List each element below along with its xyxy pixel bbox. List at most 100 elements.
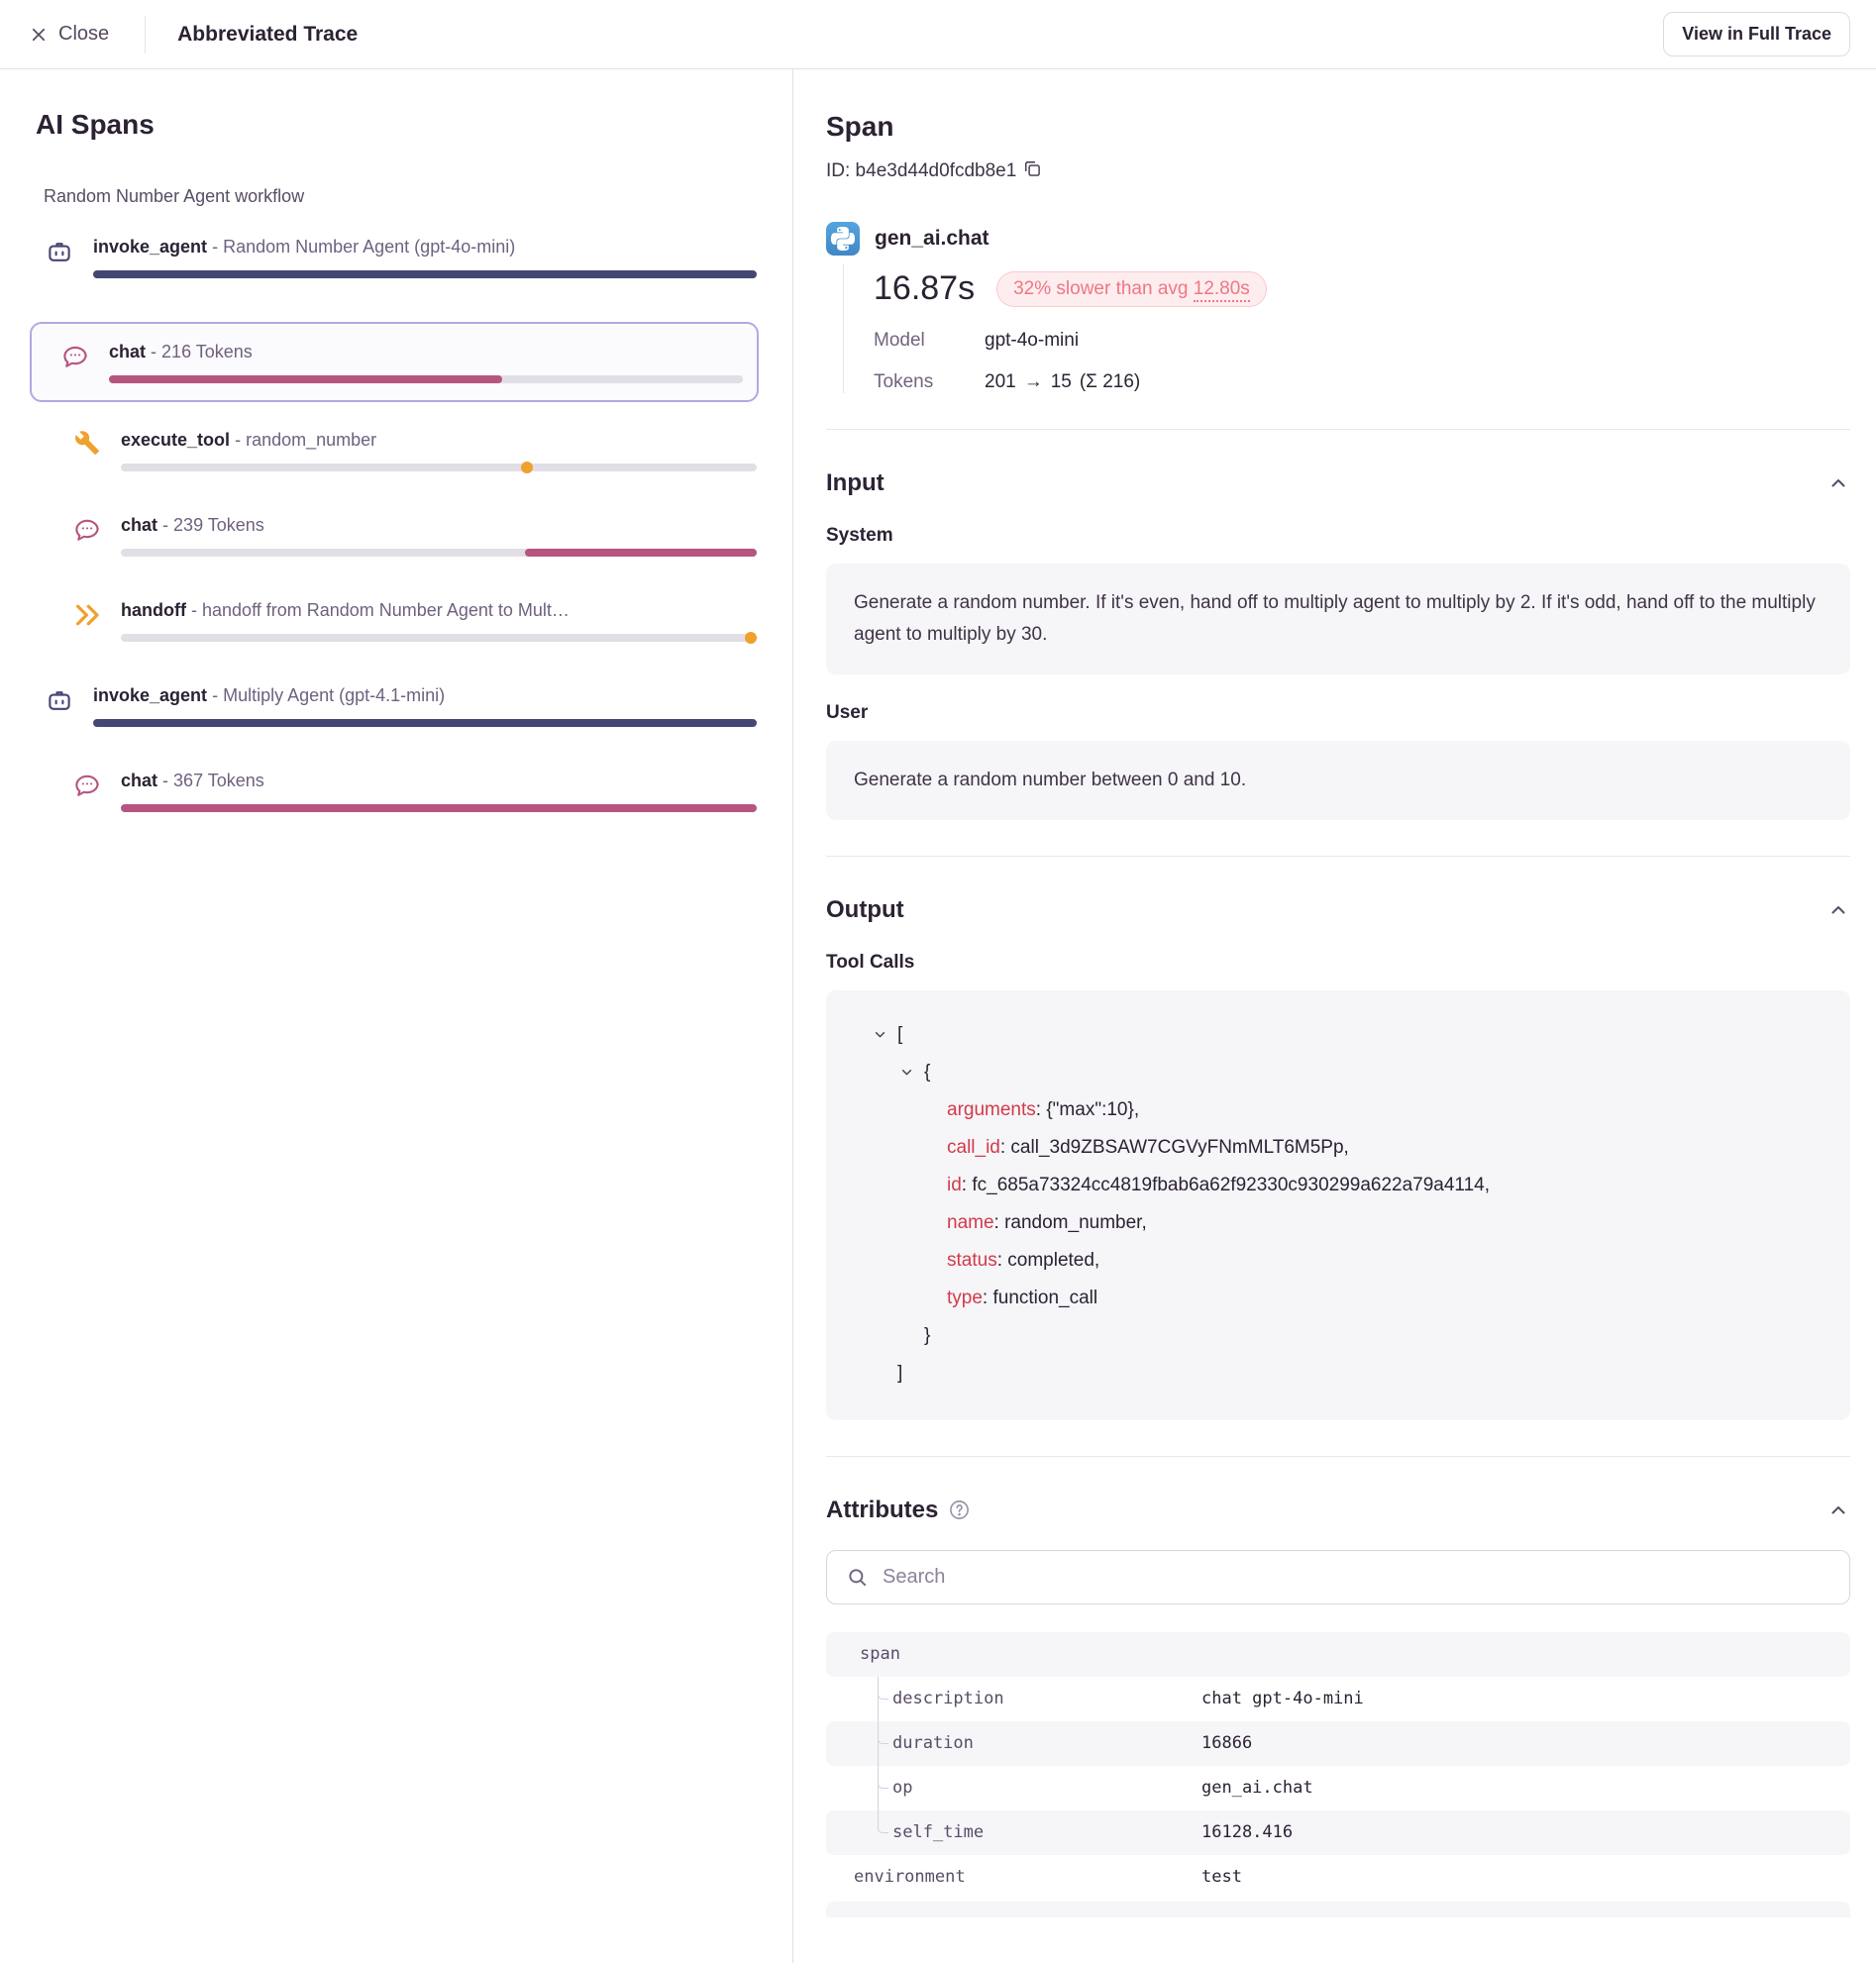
input-section-title: Input (826, 469, 885, 497)
span-row-chat-367[interactable]: chat - 367 Tokens (71, 771, 757, 812)
table-row[interactable]: duration 16866 (826, 1721, 1850, 1766)
tokens-label: Tokens (874, 371, 985, 393)
output-section-title: Output (826, 896, 904, 924)
collapse-output-icon[interactable] (1826, 898, 1850, 922)
span-detail-title: Span (826, 111, 1850, 143)
span-duration-bar (121, 634, 757, 642)
json-line: { (854, 1054, 1821, 1091)
close-button[interactable]: Close (30, 23, 109, 46)
table-row[interactable]: environment test (826, 1855, 1850, 1900)
tool-calls-label: Tool Calls (826, 952, 1850, 974)
json-line: status: completed, (854, 1242, 1821, 1280)
span-desc: Multiply Agent (gpt-4.1-mini) (223, 685, 445, 705)
attribute-value: chat gpt-4o-mini (1201, 1689, 1364, 1708)
span-row-chat-239[interactable]: chat - 239 Tokens (71, 515, 757, 557)
span-duration-bar (121, 549, 757, 557)
table-row[interactable]: self_time 16128.416 (826, 1810, 1850, 1855)
span-row-handoff[interactable]: handoff - handoff from Random Number Age… (71, 600, 757, 642)
attributes-section-title: Attributes (826, 1497, 938, 1524)
table-row[interactable]: op gen_ai.chat (826, 1766, 1850, 1810)
span-row-execute-tool[interactable]: execute_tool - random_number (71, 430, 757, 471)
chat-bubble-icon (59, 342, 91, 373)
ai-spans-panel: AI Spans Random Number Agent workflow in… (0, 69, 792, 1963)
wrench-icon (71, 430, 103, 462)
span-op: invoke_agent (93, 237, 207, 257)
span-desc: 367 Tokens (173, 771, 264, 790)
system-label: System (826, 525, 1850, 547)
attribute-value: gen_ai.chat (1201, 1778, 1313, 1798)
table-row-partial (826, 1902, 1850, 1917)
copy-icon[interactable] (1022, 158, 1042, 184)
avg-duration-value[interactable]: 12.80s (1194, 278, 1250, 302)
ai-spans-heading: AI Spans (36, 109, 757, 141)
span-row-chat-selected[interactable]: chat - 216 Tokens (30, 322, 759, 402)
json-line: call_id: call_3d9ZBSAW7CGVyFNmMLT6M5Pp, (854, 1129, 1821, 1167)
section-divider (826, 429, 1850, 430)
view-in-full-trace-button[interactable]: View in Full Trace (1663, 12, 1850, 56)
table-row[interactable]: span (826, 1632, 1850, 1677)
tool-calls-json: [ { arguments: {"max":10}, call_id: call… (826, 990, 1850, 1420)
attribute-key: op (826, 1778, 1201, 1798)
user-label: User (826, 702, 1850, 724)
json-line: } (854, 1317, 1821, 1355)
system-message: Generate a random number. If it's even, … (826, 564, 1850, 674)
attribute-key: self_time (826, 1822, 1201, 1842)
tokens-value: 201→15(Σ 216) (985, 371, 1140, 393)
span-op: chat (121, 771, 157, 790)
robot-icon (44, 237, 75, 268)
attribute-key: duration (826, 1733, 1201, 1753)
attribute-key: span (826, 1644, 1201, 1664)
span-desc: random_number (246, 430, 376, 450)
attribute-value: test (1201, 1867, 1242, 1887)
table-row[interactable]: description chat gpt-4o-mini (826, 1677, 1850, 1721)
span-duration-bar (121, 804, 757, 812)
attribute-key: environment (826, 1867, 1201, 1887)
attribute-key: description (826, 1689, 1201, 1708)
span-duration-bar (93, 270, 757, 278)
attributes-search-input[interactable] (826, 1550, 1850, 1604)
attribute-value: 16128.416 (1201, 1822, 1293, 1842)
section-divider (826, 856, 1850, 857)
chevron-down-icon[interactable] (872, 1026, 897, 1043)
robot-icon (44, 685, 75, 717)
span-desc: 216 Tokens (161, 342, 253, 362)
span-duration: 16.87s (874, 269, 975, 308)
span-op: invoke_agent (93, 685, 207, 705)
json-line: name: random_number, (854, 1204, 1821, 1242)
chat-bubble-icon (71, 771, 103, 802)
chat-bubble-icon (71, 515, 103, 547)
workflow-label: Random Number Agent workflow (36, 186, 757, 207)
collapse-input-icon[interactable] (1826, 471, 1850, 495)
python-icon (826, 222, 860, 256)
search-icon (846, 1566, 869, 1589)
close-label: Close (58, 23, 109, 46)
arrow-right-icon: → (1024, 371, 1043, 393)
model-value: gpt-4o-mini (985, 330, 1079, 352)
span-row-invoke-agent[interactable]: invoke_agent - Random Number Agent (gpt-… (44, 237, 757, 278)
close-icon (30, 26, 48, 44)
chevron-down-icon[interactable] (898, 1064, 924, 1081)
collapse-attributes-icon[interactable] (1826, 1498, 1850, 1522)
span-desc: handoff from Random Number Agent to Mult… (202, 600, 570, 620)
span-op: handoff (121, 600, 186, 620)
json-line: arguments: {"max":10}, (854, 1091, 1821, 1129)
span-op: execute_tool (121, 430, 230, 450)
json-line: id: fc_685a73324cc4819fbab6a62f92330c930… (854, 1167, 1821, 1204)
section-divider (826, 1456, 1850, 1457)
span-op: chat (109, 342, 146, 362)
span-desc: Random Number Agent (gpt-4o-mini) (223, 237, 515, 257)
handoff-icon (71, 600, 103, 632)
span-duration-bar (121, 464, 757, 471)
span-desc: 239 Tokens (173, 515, 264, 535)
attribute-value: 16866 (1201, 1733, 1252, 1753)
span-duration-bar (109, 375, 743, 383)
span-row-invoke-agent-multiply[interactable]: invoke_agent - Multiply Agent (gpt-4.1-m… (44, 685, 757, 727)
span-detail-panel: Span ID: b4e3d44d0fcdb8e1 gen_ai.chat 16… (792, 69, 1876, 1963)
slower-than-avg-badge: 32% slower than avg 12.80s (996, 271, 1267, 307)
question-mark-icon[interactable] (948, 1498, 971, 1521)
page-title: Abbreviated Trace (177, 23, 358, 47)
span-op-name: gen_ai.chat (875, 227, 990, 251)
json-line: type: function_call (854, 1280, 1821, 1317)
json-line: [ (854, 1016, 1821, 1054)
json-line: ] (854, 1355, 1821, 1393)
